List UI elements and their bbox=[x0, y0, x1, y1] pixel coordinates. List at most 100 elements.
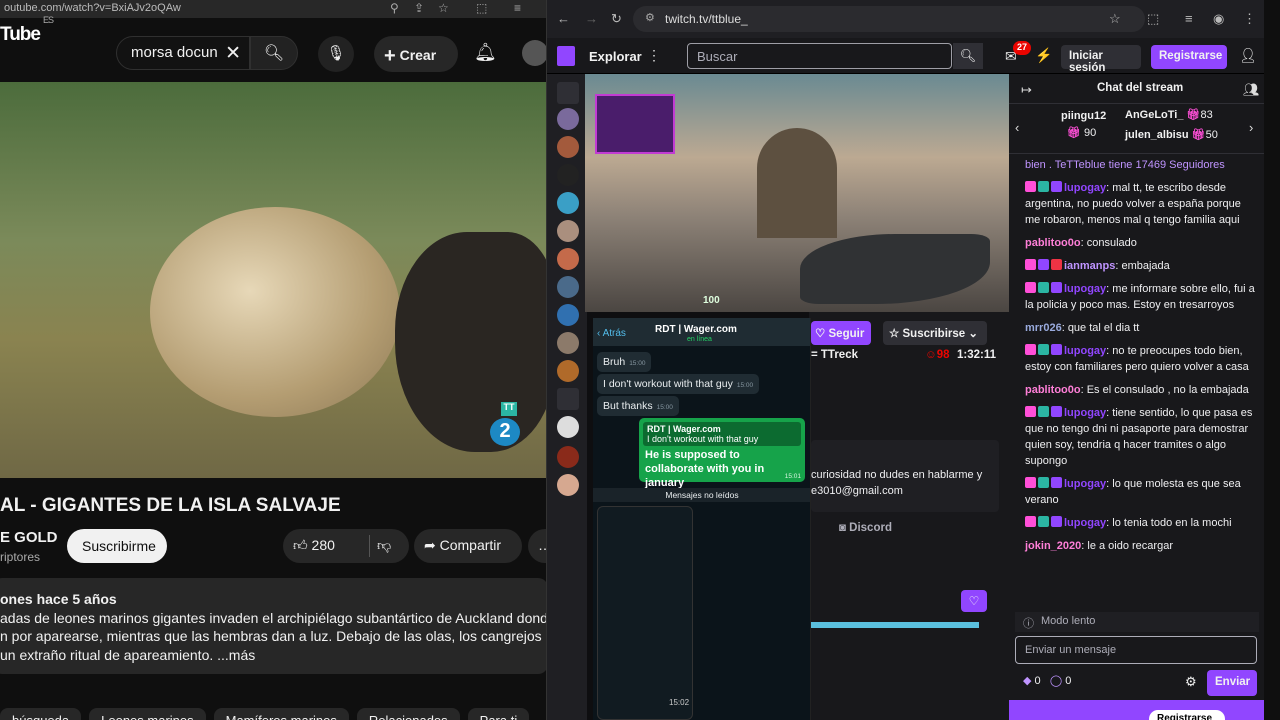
chat-title: Chat del stream bbox=[1097, 82, 1184, 94]
chip[interactable]: búsqueda bbox=[0, 708, 82, 720]
heart-button[interactable]: ♡ bbox=[961, 590, 987, 612]
person-icon: ☺ bbox=[925, 349, 937, 361]
chat-header: ↦ Chat del stream 👥︎ bbox=[1009, 74, 1264, 104]
chat-message: bien . TeTTeblue tiene 17469 Seguidores bbox=[1025, 159, 1225, 171]
subscribe-button[interactable]: ☆ Suscribirse ⌄ bbox=[883, 321, 987, 345]
search-input[interactable]: morsa docun ✕ bbox=[116, 36, 250, 70]
extensions-icon[interactable]: ⬚ bbox=[476, 1, 487, 15]
register-banner-button[interactable]: Registrarse bbox=[1149, 710, 1225, 720]
channel-name[interactable]: E GOLD bbox=[0, 529, 58, 546]
chat-message: lupogay: lo tenia todo en la mochi bbox=[1025, 515, 1259, 531]
channel-avatar[interactable] bbox=[557, 220, 579, 242]
microphone-icon: 🎙︎ bbox=[326, 45, 346, 62]
contact-name: RDT | Wager.com bbox=[655, 324, 737, 335]
incoming-message: Bruh 15:00 bbox=[597, 352, 652, 372]
channel-avatar[interactable] bbox=[557, 192, 579, 214]
create-button[interactable]: + Crear bbox=[374, 36, 458, 72]
chip[interactable]: Leones marinos bbox=[89, 708, 206, 720]
bookmark-star-icon[interactable]: ☆ bbox=[1109, 11, 1121, 27]
channel-watermark: TT 2 bbox=[490, 402, 524, 446]
follow-button[interactable]: ♡ Seguir bbox=[811, 321, 871, 345]
channel-avatar[interactable] bbox=[557, 446, 579, 468]
account-avatar[interactable] bbox=[522, 40, 548, 66]
prime-icon[interactable]: ⚡ bbox=[1035, 47, 1052, 64]
star-icon: ☆ bbox=[889, 328, 900, 340]
chip[interactable]: Para ti bbox=[467, 708, 530, 720]
discord-link[interactable]: ◙ Discord bbox=[839, 522, 892, 534]
chip[interactable]: Relacionados bbox=[356, 708, 460, 720]
incoming-message: But thanks 15:00 bbox=[597, 396, 679, 416]
stream-chat: ↦ Chat del stream 👥︎ ‹ piingu12 🎁︎ 90 An… bbox=[1009, 74, 1264, 720]
share-button[interactable]: ➦ Compartir bbox=[414, 529, 522, 563]
back-button[interactable]: ‹ Atrás bbox=[597, 328, 626, 339]
profile-icon[interactable]: ◉ bbox=[1213, 11, 1224, 27]
bookmark-star-icon[interactable]: ☆ bbox=[438, 1, 449, 15]
points-icon: ◯ bbox=[1049, 675, 1063, 687]
search-button[interactable]: 🔍︎ bbox=[250, 36, 298, 70]
channel-avatar[interactable] bbox=[557, 474, 579, 496]
chat-input[interactable]: Enviar un mensaje bbox=[1015, 636, 1257, 664]
video-camera-icon[interactable] bbox=[557, 388, 579, 410]
outgoing-message: RDT | Wager.com I don't workout with that… bbox=[639, 418, 805, 489]
stream-player[interactable]: 100 bbox=[585, 74, 1009, 312]
signup-banner bbox=[1009, 700, 1264, 720]
more-actions-button[interactable]: … bbox=[528, 529, 548, 563]
channel-avatar[interactable] bbox=[557, 360, 579, 382]
chat-message: lupogay: no te preocupes todo bien, esto… bbox=[1025, 344, 1249, 373]
channel-avatar[interactable] bbox=[557, 276, 579, 298]
channel-avatar[interactable] bbox=[557, 108, 579, 130]
channel-avatar[interactable] bbox=[557, 304, 579, 326]
menu-kebab-icon[interactable]: ⋮ bbox=[1243, 11, 1256, 27]
search-input[interactable]: Buscar bbox=[687, 43, 952, 69]
chip[interactable]: Mamíferos marinos bbox=[213, 708, 349, 720]
dislike-button[interactable]: 👎︎ bbox=[377, 537, 391, 554]
media-icon[interactable]: ≡ bbox=[514, 1, 521, 15]
chat-message: mrr026: que tal el dia tt bbox=[1025, 322, 1140, 334]
twitch-logo-icon[interactable] bbox=[557, 46, 575, 66]
address-bar[interactable]: outube.com/watch?v=BxiAJv2oQAw ⚲ ⇪ ☆ ⬚ ≡ bbox=[0, 0, 548, 18]
like-button[interactable]: 👍︎ 280 bbox=[293, 537, 335, 553]
description-box[interactable]: ones hace 5 años adas de leones marinos … bbox=[0, 578, 548, 674]
url-text[interactable]: outube.com/watch?v=BxiAJv2oQAw bbox=[4, 2, 181, 14]
address-bar[interactable]: ⚙ twitch.tv/ttblue_ bbox=[633, 6, 1145, 32]
collapse-chat-icon[interactable]: ↦ bbox=[1021, 82, 1032, 98]
chat-message: pablitoo0o: Es el consulado , no la emba… bbox=[1025, 384, 1249, 396]
channel-avatar[interactable] bbox=[557, 416, 579, 438]
chevron-left-icon[interactable]: ‹ bbox=[1015, 120, 1019, 135]
notifications-bell-icon[interactable]: 🔔︎ bbox=[474, 42, 497, 63]
subscribe-button[interactable]: Suscribirme bbox=[67, 529, 167, 563]
video-player[interactable]: TT 2 bbox=[0, 82, 548, 478]
media-icon[interactable]: ≡ bbox=[1185, 11, 1193, 26]
extensions-icon[interactable]: ⬚ bbox=[1147, 11, 1159, 27]
chat-message: lupogay: tiene sentido, lo que pasa es q… bbox=[1025, 406, 1253, 467]
back-arrow-icon[interactable]: ← bbox=[557, 11, 570, 26]
more-menu-icon[interactable]: ⋮ bbox=[647, 47, 661, 64]
twitch-topnav: Explorar ⋮ Buscar 🔍︎ ✉ 27 ⚡ Iniciar sesi… bbox=[547, 38, 1264, 74]
expand-sidebar-icon[interactable] bbox=[557, 82, 579, 104]
channel-avatar[interactable] bbox=[557, 164, 579, 186]
login-button[interactable]: Iniciar sesión bbox=[1061, 45, 1141, 74]
channel-avatar[interactable] bbox=[557, 136, 579, 158]
share-arrow-icon: ➦ bbox=[424, 537, 436, 553]
channel-avatar[interactable] bbox=[557, 332, 579, 354]
settings-icon[interactable]: ⚙ bbox=[1185, 674, 1197, 690]
channel-avatar[interactable] bbox=[557, 248, 579, 270]
chevron-right-icon[interactable]: › bbox=[1249, 120, 1253, 135]
clear-search-icon[interactable]: ✕ bbox=[225, 42, 241, 65]
reload-icon[interactable]: ↻ bbox=[611, 11, 622, 27]
zoom-icon[interactable]: ⚲ bbox=[390, 1, 399, 15]
voice-search-button[interactable]: 🎙︎ bbox=[318, 36, 354, 72]
forward-arrow-icon[interactable]: → bbox=[585, 11, 598, 26]
views-date: ones hace 5 años bbox=[0, 591, 117, 607]
youtube-logo[interactable]: TubeES bbox=[0, 15, 54, 46]
description-line: adas de leones marinos gigantes invaden … bbox=[0, 609, 548, 626]
channel-points[interactable]: ◆ 0 ◯ 0 bbox=[1023, 674, 1071, 687]
search-button[interactable]: 🔍︎ bbox=[953, 43, 983, 69]
register-button[interactable]: Registrarse bbox=[1151, 45, 1227, 69]
users-list-icon[interactable]: 👥︎ bbox=[1243, 82, 1260, 98]
user-menu-icon[interactable]: 👤︎ bbox=[1239, 47, 1257, 64]
site-info-icon[interactable]: ⚙ bbox=[645, 11, 655, 24]
send-button[interactable]: Enviar bbox=[1207, 670, 1257, 696]
share-page-icon[interactable]: ⇪ bbox=[414, 1, 424, 15]
explore-link[interactable]: Explorar bbox=[589, 49, 642, 64]
